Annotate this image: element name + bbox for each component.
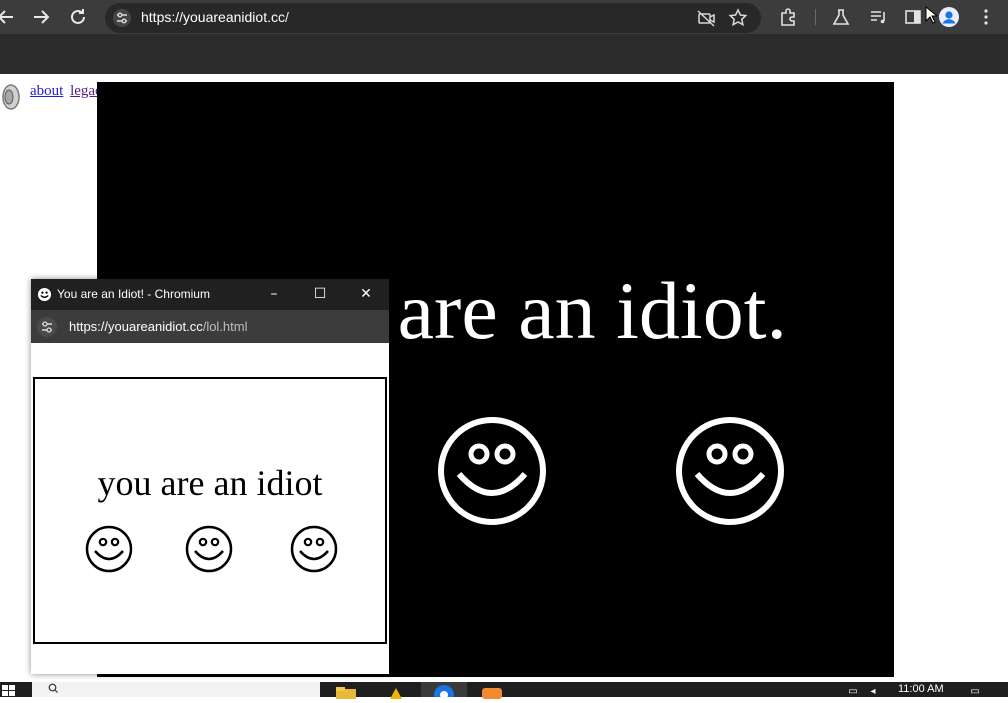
- popup-site-info-button[interactable]: [37, 317, 57, 337]
- taskbar-app-orange[interactable]: [480, 684, 504, 699]
- media-controls-button[interactable]: [866, 5, 890, 29]
- address-bar[interactable]: https://youareanidiot.cc/: [105, 3, 761, 33]
- close-button[interactable]: ✕: [343, 279, 389, 310]
- popup-url-text[interactable]: https://youareanidiot.cc/lol.html: [69, 319, 248, 334]
- browser-toolbar: https://youareanidiot.cc/: [0, 0, 1008, 34]
- smiley-face-icon: [676, 417, 784, 525]
- taskbar: ▭ ◂ 11:00 AM ▭: [0, 682, 1008, 699]
- extensions-button[interactable]: [776, 5, 800, 29]
- toolbar-divider: [815, 9, 816, 25]
- arrow-left-icon: [0, 10, 13, 24]
- menu-button[interactable]: [974, 5, 998, 29]
- tune-icon: [42, 321, 52, 333]
- flask-icon: [832, 9, 850, 25]
- back-button[interactable]: [0, 5, 18, 29]
- mouse-cursor-icon: [925, 6, 937, 24]
- bookmark-button[interactable]: [727, 7, 749, 29]
- popup-address-bar[interactable]: https://youareanidiot.cc/lol.html: [31, 310, 389, 343]
- taskbar-app[interactable]: [384, 684, 408, 699]
- notification-icon[interactable]: ▭: [968, 686, 982, 697]
- taskbar-clock[interactable]: 11:00 AM: [898, 683, 944, 695]
- folder-icon: [336, 687, 356, 699]
- smiley-face-icon: [290, 525, 338, 573]
- url-path: /: [284, 9, 289, 25]
- maximize-button[interactable]: ☐: [297, 279, 343, 310]
- popup-heading: you are an idiot: [97, 463, 323, 503]
- popup-url-path: /lol.html: [202, 319, 248, 334]
- url-host: https://youareanidiot.cc: [141, 9, 285, 25]
- popup-url-host: https://youareanidiot.cc: [69, 319, 203, 334]
- reload-button[interactable]: [66, 5, 90, 29]
- side-panel-icon: [905, 10, 921, 24]
- network-icon[interactable]: ▭: [846, 686, 860, 697]
- app-icon: [482, 688, 502, 699]
- popup-content-frame: you are an idiot: [33, 377, 387, 644]
- link-about[interactable]: about: [30, 83, 63, 99]
- star-icon: [728, 8, 748, 27]
- avatar-icon: [939, 7, 959, 27]
- start-icon[interactable]: [2, 685, 16, 697]
- taskbar-search[interactable]: [32, 682, 320, 697]
- chromium-icon: [434, 685, 454, 697]
- puzzle-icon: [781, 8, 795, 26]
- side-panel-button[interactable]: [901, 5, 925, 29]
- popup-window: You are an Idiot! - Chromium – ☐ ✕ https…: [31, 279, 389, 674]
- arrow-right-icon: [34, 10, 50, 24]
- popup-title: You are an Idiot! - Chromium: [57, 287, 210, 301]
- smiley-face-icon: [85, 525, 133, 573]
- app-icon: [390, 688, 402, 699]
- volume-icon[interactable]: ◂: [866, 686, 880, 697]
- camera-blocked-button[interactable]: [695, 7, 717, 29]
- labs-button[interactable]: [829, 5, 853, 29]
- search-icon: [48, 683, 58, 693]
- smiley-face-icon: [438, 417, 546, 525]
- smiley-face-icon: [185, 525, 233, 573]
- taskbar-chromium-active[interactable]: [421, 682, 467, 697]
- browser-bookmarks-area: [0, 34, 1008, 74]
- taskbar-file-explorer[interactable]: [334, 684, 358, 699]
- site-info-button[interactable]: [113, 9, 131, 27]
- kebab-menu-icon: [984, 9, 988, 25]
- url-text[interactable]: https://youareanidiot.cc/: [141, 9, 289, 25]
- reload-icon: [71, 9, 85, 24]
- minimize-button[interactable]: –: [251, 279, 297, 310]
- tune-icon: [117, 12, 127, 24]
- sound-toggle-button[interactable]: [0, 82, 22, 112]
- popup-titlebar[interactable]: You are an Idiot! - Chromium – ☐ ✕: [31, 279, 389, 310]
- camera-off-icon: [697, 10, 715, 27]
- smiley-favicon-icon: [37, 287, 52, 302]
- speaker-icon: [2, 84, 20, 110]
- profile-button[interactable]: [937, 5, 961, 29]
- media-queue-icon: [871, 11, 885, 24]
- forward-button[interactable]: [29, 5, 53, 29]
